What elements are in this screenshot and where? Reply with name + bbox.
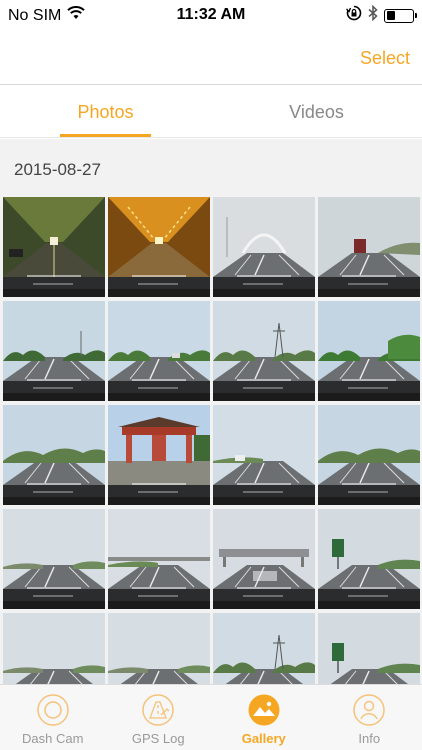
tab-bar-label: GPS Log <box>131 731 185 746</box>
photo-thumbnail[interactable] <box>108 509 210 609</box>
tab-bar-label: Gallery <box>241 731 286 746</box>
tab-bar-label: Dash Cam <box>22 731 84 746</box>
photo-thumbnail[interactable] <box>3 613 105 684</box>
info-icon <box>353 694 385 726</box>
gallery-icon <box>248 694 280 726</box>
tab-bar-info[interactable]: Info <box>317 685 422 750</box>
bluetooth-icon <box>368 4 378 26</box>
gps-log-icon <box>142 694 174 726</box>
photo-thumbnail[interactable] <box>108 197 210 297</box>
battery-icon <box>384 8 417 23</box>
wifi-icon <box>67 6 86 25</box>
photo-thumbnail[interactable] <box>213 509 315 609</box>
photo-thumbnail[interactable] <box>108 405 210 505</box>
photo-thumbnail[interactable] <box>213 301 315 401</box>
photo-thumbnail[interactable] <box>318 197 420 297</box>
photo-thumbnail[interactable] <box>213 197 315 297</box>
battery-fill <box>386 11 396 20</box>
tab-bar-dash-cam[interactable]: Dash Cam <box>0 685 106 750</box>
tab-videos[interactable]: Videos <box>211 86 422 137</box>
photo-thumbnail[interactable] <box>318 613 420 684</box>
carrier-label: No SIM <box>8 6 62 24</box>
tab-bar-gallery[interactable]: Gallery <box>211 685 317 750</box>
photo-thumbnail[interactable] <box>3 197 105 297</box>
tab-photos[interactable]: Photos <box>0 86 211 137</box>
photo-thumbnail[interactable] <box>3 509 105 609</box>
tab-bar: Dash Cam GPS Log Gallery Info <box>0 684 422 750</box>
photo-thumbnail[interactable] <box>213 613 315 684</box>
select-button[interactable]: Select <box>360 48 410 69</box>
rotation-lock-icon <box>346 5 362 26</box>
photo-thumbnail[interactable] <box>108 301 210 401</box>
date-header: 2015-08-27 <box>14 160 101 179</box>
nav-bar: Select <box>0 30 422 85</box>
tab-bar-label: Info <box>358 731 381 746</box>
dash-cam-icon <box>37 694 69 726</box>
photo-thumbnail[interactable] <box>213 405 315 505</box>
photo-thumbnail[interactable] <box>3 301 105 401</box>
media-tabs: Photos Videos <box>0 86 422 138</box>
photo-thumbnail[interactable] <box>318 405 420 505</box>
thumbnail-grid <box>0 197 422 684</box>
tab-bar-gps-log[interactable]: GPS Log <box>106 685 212 750</box>
photo-thumbnail[interactable] <box>3 405 105 505</box>
photo-thumbnail[interactable] <box>318 509 420 609</box>
gallery: 2015-08-27 <box>0 139 422 684</box>
status-bar: No SIM 11:32 AM <box>0 0 422 30</box>
photo-thumbnail[interactable] <box>108 613 210 684</box>
photo-thumbnail[interactable] <box>318 301 420 401</box>
